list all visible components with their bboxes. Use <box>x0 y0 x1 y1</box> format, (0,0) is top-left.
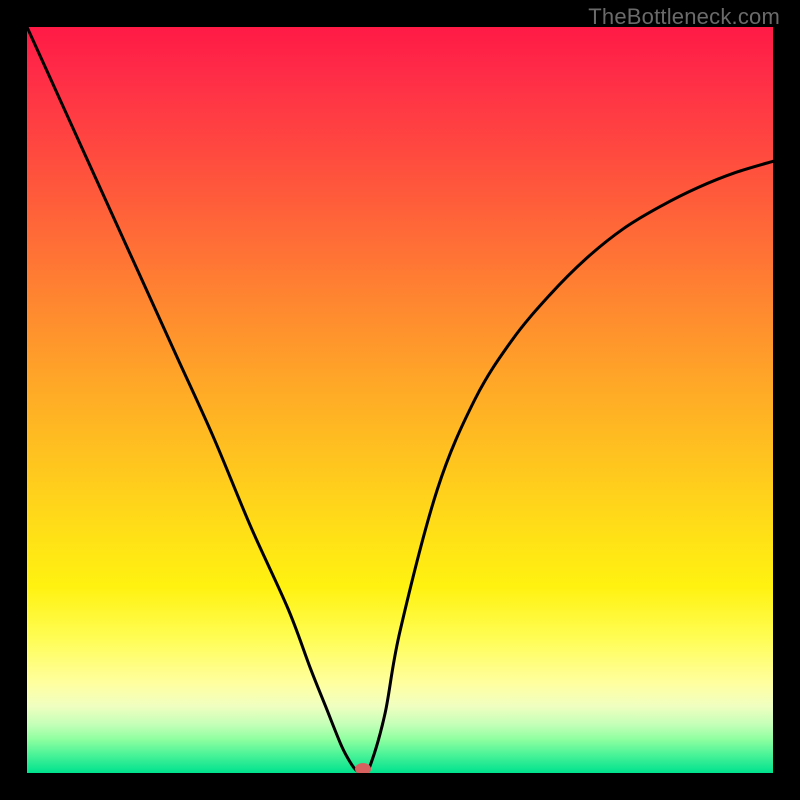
minimum-marker-dot <box>355 763 371 773</box>
bottleneck-curve <box>27 27 773 773</box>
plot-area <box>27 27 773 773</box>
watermark-text: TheBottleneck.com <box>588 4 780 30</box>
chart-frame: TheBottleneck.com <box>0 0 800 800</box>
curve-path <box>27 27 773 773</box>
